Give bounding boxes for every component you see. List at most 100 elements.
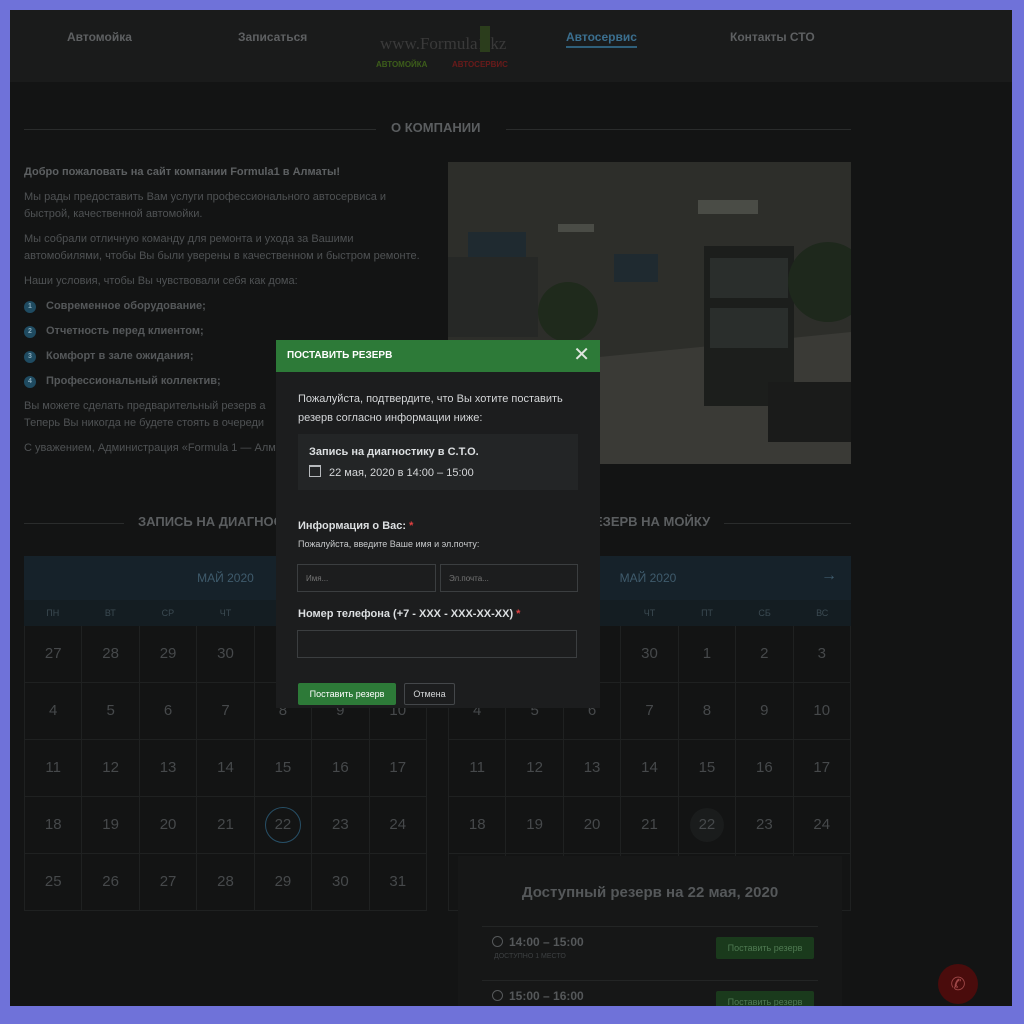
- phone-icon: ✆: [950, 974, 966, 994]
- calendar-day[interactable]: 2: [736, 626, 794, 683]
- calendar-day[interactable]: 7: [197, 683, 255, 740]
- submit-reservation-button[interactable]: Поставить резерв: [298, 683, 396, 705]
- logo-mark-icon: [480, 26, 490, 52]
- name-input[interactable]: [297, 564, 436, 592]
- calendar-day[interactable]: 11: [25, 740, 83, 797]
- calendar-month: МАЙ 2020: [619, 571, 677, 585]
- reserve-slot-button[interactable]: Поставить резерв: [716, 937, 814, 959]
- phone-call-button[interactable]: ✆: [938, 964, 978, 1004]
- calendar-day[interactable]: 31: [369, 854, 427, 911]
- calendar-day[interactable]: 29: [139, 626, 198, 683]
- logo[interactable]: www.Formula1.kz АВТОМОЙКА АВТОСЕРВИС: [370, 20, 520, 70]
- calendar-day[interactable]: 15: [254, 740, 313, 797]
- about-heading: О КОМПАНИИ: [24, 120, 851, 140]
- arrow-right-icon[interactable]: →: [821, 567, 837, 585]
- close-icon[interactable]: ✕: [573, 345, 590, 365]
- calendar-day[interactable]: 28: [197, 854, 255, 911]
- calendar-day[interactable]: 20: [563, 797, 622, 854]
- calendar-day[interactable]: 20: [139, 797, 198, 854]
- calendar-day[interactable]: 7: [621, 683, 679, 740]
- nav-link-avtoservis[interactable]: Автосервис: [566, 30, 637, 48]
- about-paragraph: Мы собрали отличную команду для ремонта …: [24, 233, 420, 262]
- feature-number-icon: 4: [24, 375, 36, 388]
- calendar-day[interactable]: 23: [736, 797, 794, 854]
- carwash-heading: ЕЗЕРВ НА МОЙКУ: [594, 514, 851, 534]
- email-input[interactable]: [440, 564, 578, 592]
- required-mark: *: [516, 608, 521, 620]
- calendar-day[interactable]: 24: [793, 797, 851, 854]
- calendar-day[interactable]: 4: [25, 683, 83, 740]
- feature-item: 2 Отчетность перед клиентом;: [24, 323, 424, 340]
- logo-carwash-label: АВТОМОЙКА: [376, 60, 428, 69]
- calendar-day[interactable]: 27: [25, 626, 83, 683]
- calendar-day[interactable]: 15: [678, 740, 737, 797]
- calendar-day[interactable]: 8: [678, 683, 737, 740]
- calendar-day[interactable]: 12: [506, 740, 564, 797]
- calendar-day[interactable]: 24: [369, 797, 427, 854]
- calendar-day[interactable]: 16: [312, 740, 370, 797]
- calendar-day[interactable]: 9: [736, 683, 794, 740]
- time-slot: 14:00 – 15:00 ДОСТУПНО 1 МЕСТО Поставить…: [482, 926, 818, 973]
- calendar-day[interactable]: 13: [563, 740, 622, 797]
- calendar-day[interactable]: 22: [678, 797, 737, 854]
- calendar-day[interactable]: 26: [82, 854, 140, 911]
- slot-availability: ДОСТУПНО 1 МЕСТО: [494, 953, 566, 960]
- nav-link-zapisatsya[interactable]: Записаться: [238, 30, 307, 44]
- calendar-day[interactable]: 18: [25, 797, 83, 854]
- calendar-day[interactable]: 19: [82, 797, 140, 854]
- calendar-day[interactable]: 1: [678, 626, 737, 683]
- calendar-icon: [309, 465, 321, 477]
- time-slot: 15:00 – 16:00 Поставить резерв: [482, 980, 818, 1006]
- calendar-day[interactable]: 3: [793, 626, 851, 683]
- calendar-day[interactable]: 5: [82, 683, 140, 740]
- availability-title: Доступный резерв на 22 мая, 2020: [521, 884, 779, 901]
- slot-time: 15:00 – 16:00: [492, 989, 584, 1003]
- calendar-day[interactable]: 19: [506, 797, 564, 854]
- about-paragraph: Мы рады предоставить Вам услуги професси…: [24, 191, 387, 220]
- reserve-slot-button[interactable]: Поставить резерв: [716, 991, 814, 1006]
- calendar-day[interactable]: 27: [139, 854, 198, 911]
- slot-time: 14:00 – 15:00: [492, 935, 584, 949]
- calendar-day[interactable]: 14: [197, 740, 255, 797]
- clock-icon: [492, 990, 503, 1001]
- calendar-day[interactable]: 30: [197, 626, 255, 683]
- calendar-day[interactable]: 6: [139, 683, 198, 740]
- info-hint: Пожалуйста, введите Ваше имя и эл.почту:: [298, 539, 480, 549]
- weekday-label: ВТ: [104, 608, 116, 618]
- calendar-day[interactable]: 16: [736, 740, 794, 797]
- calendar-day[interactable]: 14: [621, 740, 679, 797]
- calendar-day[interactable]: 25: [25, 854, 83, 911]
- nav-link-avtomoika[interactable]: Автомойка: [67, 30, 132, 44]
- modal-intro: Пожалуйста, подтвердите, что Вы хотите п…: [298, 393, 563, 424]
- weekday-label: ПТ: [701, 608, 714, 618]
- calendar-day[interactable]: 12: [82, 740, 140, 797]
- carwash-heading-text: ЕЗЕРВ НА МОЙКУ: [594, 514, 711, 529]
- calendar-day[interactable]: 10: [793, 683, 851, 740]
- summary-title: Запись на диагностику в С.Т.О.: [309, 446, 479, 458]
- calendar-day[interactable]: 21: [621, 797, 679, 854]
- calendar-day[interactable]: 13: [139, 740, 198, 797]
- calendar-day[interactable]: 21: [197, 797, 255, 854]
- calendar-day[interactable]: 23: [312, 797, 370, 854]
- feature-number-icon: 1: [24, 300, 36, 313]
- calendar-day[interactable]: 18: [449, 797, 507, 854]
- phone-input[interactable]: [297, 630, 577, 658]
- availability-panel: Доступный резерв на 22 мая, 2020 14:00 –…: [458, 856, 842, 1006]
- nav-link-contacts[interactable]: Контакты СТО: [730, 30, 815, 44]
- weekday-label: ВС: [816, 608, 829, 618]
- weekday-label: ЧТ: [219, 608, 232, 618]
- calendar-day[interactable]: 30: [621, 626, 679, 683]
- cancel-button[interactable]: Отмена: [404, 683, 455, 705]
- calendar-day[interactable]: 30: [312, 854, 370, 911]
- calendar-day[interactable]: 17: [369, 740, 427, 797]
- calendar-day[interactable]: 29: [254, 854, 313, 911]
- calendar-day[interactable]: 17: [793, 740, 851, 797]
- modal-title: ПОСТАВИТЬ РЕЗЕРВ: [287, 350, 393, 361]
- calendar-day[interactable]: 22: [254, 797, 313, 854]
- about-heading-text: О КОМПАНИИ: [391, 120, 481, 135]
- reservation-summary: Запись на диагностику в С.Т.О. 22 мая, 2…: [298, 434, 578, 490]
- weekday-label: ПН: [46, 608, 60, 618]
- feature-number-icon: 2: [24, 325, 36, 338]
- calendar-day[interactable]: 11: [449, 740, 507, 797]
- calendar-day[interactable]: 28: [82, 626, 140, 683]
